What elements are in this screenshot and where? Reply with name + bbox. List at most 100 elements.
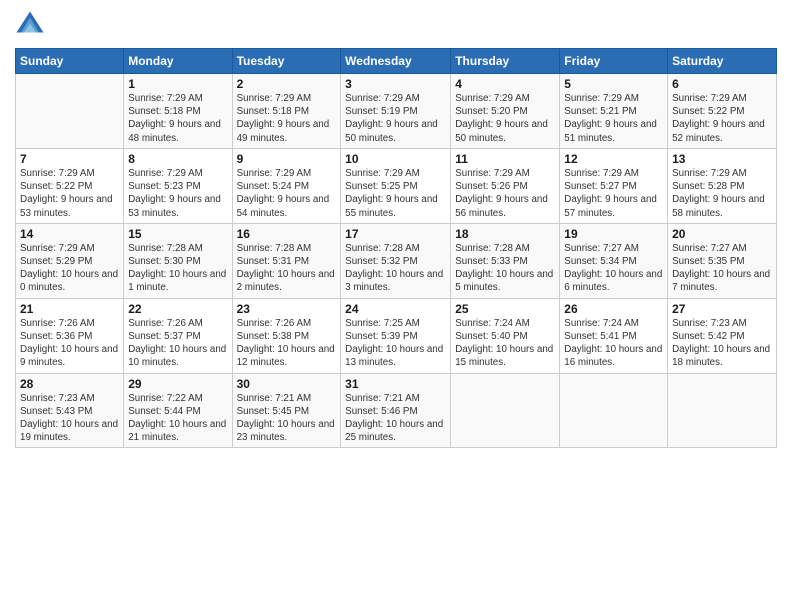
day-cell: 16Sunrise: 7:28 AM Sunset: 5:31 PM Dayli… [232,223,341,298]
day-cell [451,373,560,448]
day-cell: 31Sunrise: 7:21 AM Sunset: 5:46 PM Dayli… [341,373,451,448]
day-info: Sunrise: 7:29 AM Sunset: 5:18 PM Dayligh… [128,92,227,145]
day-cell: 5Sunrise: 7:29 AM Sunset: 5:21 PM Daylig… [560,74,668,149]
day-number: 4 [455,77,555,91]
day-info: Sunrise: 7:29 AM Sunset: 5:29 PM Dayligh… [20,242,119,295]
logo-icon [15,10,45,40]
day-number: 17 [345,227,446,241]
day-info: Sunrise: 7:26 AM Sunset: 5:36 PM Dayligh… [20,317,119,370]
day-number: 19 [564,227,663,241]
day-cell: 12Sunrise: 7:29 AM Sunset: 5:27 PM Dayli… [560,148,668,223]
day-cell: 27Sunrise: 7:23 AM Sunset: 5:42 PM Dayli… [668,298,777,373]
day-info: Sunrise: 7:23 AM Sunset: 5:43 PM Dayligh… [20,392,119,445]
header [15,10,777,40]
day-cell: 7Sunrise: 7:29 AM Sunset: 5:22 PM Daylig… [16,148,124,223]
day-number: 3 [345,77,446,91]
day-number: 5 [564,77,663,91]
day-number: 15 [128,227,227,241]
day-number: 31 [345,377,446,391]
day-cell: 3Sunrise: 7:29 AM Sunset: 5:19 PM Daylig… [341,74,451,149]
day-number: 13 [672,152,772,166]
day-info: Sunrise: 7:21 AM Sunset: 5:45 PM Dayligh… [237,392,337,445]
week-row-4: 21Sunrise: 7:26 AM Sunset: 5:36 PM Dayli… [16,298,777,373]
page: SundayMondayTuesdayWednesdayThursdayFrid… [0,0,792,612]
day-info: Sunrise: 7:28 AM Sunset: 5:31 PM Dayligh… [237,242,337,295]
day-cell: 22Sunrise: 7:26 AM Sunset: 5:37 PM Dayli… [124,298,232,373]
day-number: 14 [20,227,119,241]
day-number: 21 [20,302,119,316]
day-info: Sunrise: 7:21 AM Sunset: 5:46 PM Dayligh… [345,392,446,445]
day-info: Sunrise: 7:27 AM Sunset: 5:35 PM Dayligh… [672,242,772,295]
day-cell: 20Sunrise: 7:27 AM Sunset: 5:35 PM Dayli… [668,223,777,298]
day-number: 25 [455,302,555,316]
day-info: Sunrise: 7:23 AM Sunset: 5:42 PM Dayligh… [672,317,772,370]
day-cell: 21Sunrise: 7:26 AM Sunset: 5:36 PM Dayli… [16,298,124,373]
day-cell: 2Sunrise: 7:29 AM Sunset: 5:18 PM Daylig… [232,74,341,149]
day-info: Sunrise: 7:28 AM Sunset: 5:33 PM Dayligh… [455,242,555,295]
day-cell: 25Sunrise: 7:24 AM Sunset: 5:40 PM Dayli… [451,298,560,373]
day-number: 20 [672,227,772,241]
day-cell: 30Sunrise: 7:21 AM Sunset: 5:45 PM Dayli… [232,373,341,448]
day-number: 16 [237,227,337,241]
header-cell-saturday: Saturday [668,49,777,74]
day-cell: 6Sunrise: 7:29 AM Sunset: 5:22 PM Daylig… [668,74,777,149]
day-info: Sunrise: 7:29 AM Sunset: 5:27 PM Dayligh… [564,167,663,220]
day-cell: 11Sunrise: 7:29 AM Sunset: 5:26 PM Dayli… [451,148,560,223]
day-cell [560,373,668,448]
day-cell [16,74,124,149]
day-number: 6 [672,77,772,91]
day-cell: 14Sunrise: 7:29 AM Sunset: 5:29 PM Dayli… [16,223,124,298]
day-number: 30 [237,377,337,391]
day-info: Sunrise: 7:28 AM Sunset: 5:32 PM Dayligh… [345,242,446,295]
header-row: SundayMondayTuesdayWednesdayThursdayFrid… [16,49,777,74]
day-info: Sunrise: 7:29 AM Sunset: 5:22 PM Dayligh… [20,167,119,220]
header-cell-friday: Friday [560,49,668,74]
header-cell-thursday: Thursday [451,49,560,74]
day-number: 23 [237,302,337,316]
week-row-1: 1Sunrise: 7:29 AM Sunset: 5:18 PM Daylig… [16,74,777,149]
day-info: Sunrise: 7:24 AM Sunset: 5:41 PM Dayligh… [564,317,663,370]
day-cell: 28Sunrise: 7:23 AM Sunset: 5:43 PM Dayli… [16,373,124,448]
day-cell: 15Sunrise: 7:28 AM Sunset: 5:30 PM Dayli… [124,223,232,298]
day-cell: 1Sunrise: 7:29 AM Sunset: 5:18 PM Daylig… [124,74,232,149]
day-number: 2 [237,77,337,91]
header-cell-sunday: Sunday [16,49,124,74]
header-cell-monday: Monday [124,49,232,74]
day-number: 9 [237,152,337,166]
day-number: 10 [345,152,446,166]
day-info: Sunrise: 7:29 AM Sunset: 5:26 PM Dayligh… [455,167,555,220]
day-number: 29 [128,377,227,391]
day-info: Sunrise: 7:28 AM Sunset: 5:30 PM Dayligh… [128,242,227,295]
day-cell: 26Sunrise: 7:24 AM Sunset: 5:41 PM Dayli… [560,298,668,373]
day-number: 12 [564,152,663,166]
day-number: 11 [455,152,555,166]
day-info: Sunrise: 7:25 AM Sunset: 5:39 PM Dayligh… [345,317,446,370]
week-row-5: 28Sunrise: 7:23 AM Sunset: 5:43 PM Dayli… [16,373,777,448]
day-number: 18 [455,227,555,241]
day-number: 8 [128,152,227,166]
day-number: 28 [20,377,119,391]
day-number: 22 [128,302,227,316]
day-cell: 10Sunrise: 7:29 AM Sunset: 5:25 PM Dayli… [341,148,451,223]
day-cell: 13Sunrise: 7:29 AM Sunset: 5:28 PM Dayli… [668,148,777,223]
day-cell: 18Sunrise: 7:28 AM Sunset: 5:33 PM Dayli… [451,223,560,298]
week-row-2: 7Sunrise: 7:29 AM Sunset: 5:22 PM Daylig… [16,148,777,223]
day-cell [668,373,777,448]
day-number: 7 [20,152,119,166]
day-info: Sunrise: 7:26 AM Sunset: 5:37 PM Dayligh… [128,317,227,370]
logo [15,10,49,40]
day-info: Sunrise: 7:29 AM Sunset: 5:24 PM Dayligh… [237,167,337,220]
day-number: 26 [564,302,663,316]
day-number: 24 [345,302,446,316]
header-cell-tuesday: Tuesday [232,49,341,74]
day-number: 27 [672,302,772,316]
day-number: 1 [128,77,227,91]
day-info: Sunrise: 7:24 AM Sunset: 5:40 PM Dayligh… [455,317,555,370]
day-info: Sunrise: 7:29 AM Sunset: 5:21 PM Dayligh… [564,92,663,145]
day-info: Sunrise: 7:29 AM Sunset: 5:28 PM Dayligh… [672,167,772,220]
week-row-3: 14Sunrise: 7:29 AM Sunset: 5:29 PM Dayli… [16,223,777,298]
day-info: Sunrise: 7:29 AM Sunset: 5:20 PM Dayligh… [455,92,555,145]
day-info: Sunrise: 7:29 AM Sunset: 5:25 PM Dayligh… [345,167,446,220]
day-cell: 23Sunrise: 7:26 AM Sunset: 5:38 PM Dayli… [232,298,341,373]
day-info: Sunrise: 7:29 AM Sunset: 5:22 PM Dayligh… [672,92,772,145]
